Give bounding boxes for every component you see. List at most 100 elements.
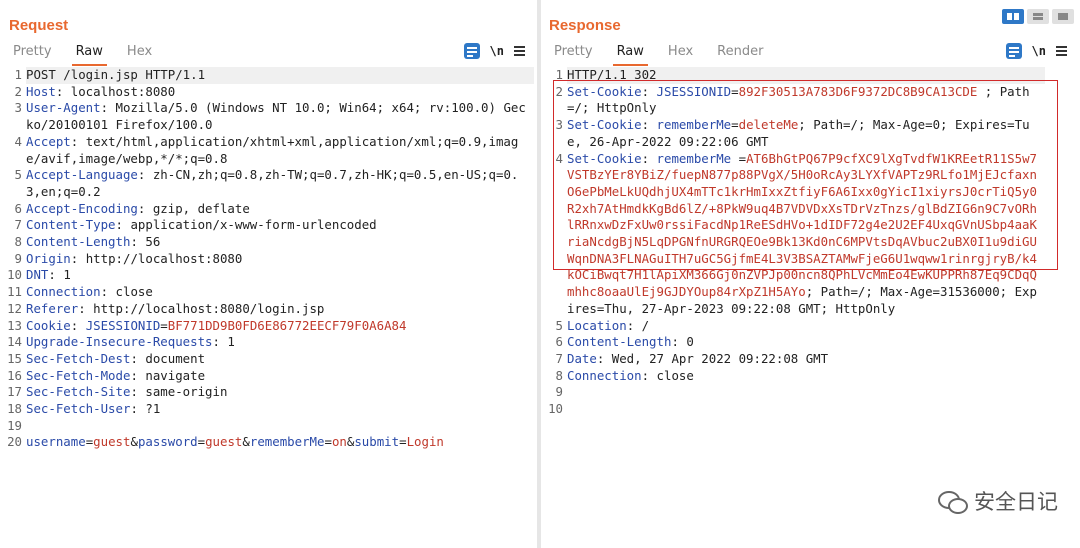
- response-toolbar: \n: [1005, 43, 1067, 59]
- token-hv: localhost:8080: [70, 83, 176, 99]
- response-editor[interactable]: 1 HTTP/1.1 302 2 Set-Cookie: JSESSIONID=892…: [541, 67, 1080, 548]
- request-editor[interactable]: 1 POST /login.jsp HTTP/1.1 2 Host: localhos…: [0, 67, 537, 548]
- token-hv: 0: [686, 334, 694, 350]
- token-op: :: [70, 133, 86, 149]
- token-hv: Wed, 27 Apr 2022 09:22:08 GMT: [611, 350, 829, 366]
- line-number: 1: [555, 67, 563, 82]
- token-hv: 56: [145, 234, 161, 250]
- line-number: 9: [14, 250, 22, 266]
- tab-pretty[interactable]: Pretty: [541, 43, 605, 63]
- code-text: Referer: http://localhost:8080/login.jsp: [26, 301, 534, 318]
- tab-raw[interactable]: Raw: [605, 43, 656, 66]
- code-line[interactable]: 17 Sec-Fetch-Site: same-origin: [0, 384, 537, 401]
- token-op: :: [48, 267, 64, 283]
- token-op: =: [731, 150, 747, 166]
- token-op: :: [130, 384, 146, 400]
- token-op: &: [242, 434, 250, 450]
- code-line[interactable]: 3 User-Agent: Mozilla/5.0 (Windows NT 10.…: [0, 100, 537, 133]
- token-cv: BF771DD9B0FD6E86772EECF79F0A6A84: [167, 317, 407, 333]
- token-hv: text/html,application/xhtml+xml,applicat…: [26, 133, 519, 166]
- token-hk: Connection: [567, 367, 642, 383]
- code-line[interactable]: 3 Set-Cookie: rememberMe=deleteMe; Path=/…: [541, 117, 1080, 150]
- token-hk: Origin: [26, 250, 71, 266]
- code-line[interactable]: 13 Cookie: JSESSIONID=BF771DD9B0FD6E86772…: [0, 318, 537, 335]
- code-line[interactable]: 5 Accept-Language: zh-CN,zh;q=0.8,zh-TW;q…: [0, 167, 537, 200]
- code-line[interactable]: 11 Connection: close: [0, 284, 537, 301]
- code-text: HTTP/1.1 302: [567, 67, 1045, 84]
- code-line[interactable]: 20 username=guest&password=guest&remember…: [0, 434, 537, 451]
- code-text: DNT: 1: [26, 267, 534, 284]
- token-op: =: [731, 117, 739, 133]
- menu-icon[interactable]: [514, 46, 525, 56]
- code-line[interactable]: 7 Date: Wed, 27 Apr 2022 09:22:08 GMT: [541, 351, 1080, 368]
- token-hk: Sec-Fetch-User: [26, 401, 131, 417]
- tab-hex[interactable]: Hex: [115, 43, 164, 63]
- token-cv: deleteMe: [738, 117, 799, 133]
- token-ck: password: [137, 434, 198, 450]
- code-text: Set-Cookie: JSESSIONID=892F30513A783D6F9…: [567, 84, 1045, 117]
- pretty-print-icon[interactable]: [1005, 43, 1022, 59]
- show-newlines-button[interactable]: \n: [1032, 44, 1046, 58]
- code-line[interactable]: 1 POST /login.jsp HTTP/1.1: [0, 67, 537, 84]
- code-line[interactable]: 4 Accept: text/html,application/xhtml+xml…: [0, 134, 537, 167]
- token-hv: /: [641, 317, 650, 333]
- token-hk: Content-Length: [26, 234, 131, 250]
- line-number: 14: [7, 334, 22, 350]
- token-hk: Content-Type: [26, 217, 116, 233]
- code-line[interactable]: 8 Content-Length: 56: [0, 234, 537, 251]
- line-number: 2: [14, 83, 22, 99]
- code-line[interactable]: 5 Location: /: [541, 318, 1080, 335]
- wechat-icon: [938, 489, 968, 514]
- layout-tabs-icon[interactable]: [1052, 9, 1074, 24]
- code-line[interactable]: 10: [541, 401, 1080, 418]
- code-line[interactable]: 18 Sec-Fetch-User: ?1: [0, 401, 537, 418]
- token-hk: Host: [26, 83, 56, 99]
- code-line[interactable]: 14 Upgrade-Insecure-Requests: 1: [0, 334, 537, 351]
- code-text: Accept-Encoding: gzip, deflate: [26, 201, 534, 218]
- code-text: Sec-Fetch-Site: same-origin: [26, 384, 534, 401]
- code-line[interactable]: 2 Set-Cookie: JSESSIONID=892F30513A783D6F…: [541, 84, 1080, 117]
- pretty-print-icon[interactable]: [463, 43, 480, 59]
- code-line[interactable]: 1 HTTP/1.1 302: [541, 67, 1080, 84]
- code-line[interactable]: 8 Connection: close: [541, 368, 1080, 385]
- code-line[interactable]: 6 Accept-Encoding: gzip, deflate: [0, 201, 537, 218]
- token-hv: http://localhost:8080/login.jsp: [93, 300, 325, 316]
- tab-render[interactable]: Render: [705, 43, 775, 63]
- token-op: &: [130, 434, 138, 450]
- tab-raw[interactable]: Raw: [64, 43, 115, 66]
- request-pane: Request Pretty Raw Hex \n 1 POST /login.j…: [0, 0, 537, 548]
- token-op: :: [596, 350, 612, 366]
- code-line[interactable]: 9 Origin: http://localhost:8080: [0, 251, 537, 268]
- token-op: :: [130, 367, 146, 383]
- token-hv: 1: [227, 334, 235, 350]
- menu-icon[interactable]: [1056, 46, 1067, 56]
- token-hk: User-Agent: [26, 100, 101, 116]
- token-op: :: [100, 100, 116, 116]
- code-text: Host: localhost:8080: [26, 84, 534, 101]
- code-line[interactable]: 12 Referer: http://localhost:8080/login.j…: [0, 301, 537, 318]
- token-hk: Date: [567, 350, 597, 366]
- code-line[interactable]: 16 Sec-Fetch-Mode: navigate: [0, 368, 537, 385]
- code-line[interactable]: 15 Sec-Fetch-Dest: document: [0, 351, 537, 368]
- token-hk: Cookie: [26, 317, 71, 333]
- show-newlines-button[interactable]: \n: [490, 44, 504, 58]
- code-text: Location: /: [567, 318, 1045, 335]
- code-line[interactable]: 7 Content-Type: application/x-www-form-ur…: [0, 217, 537, 234]
- code-line[interactable]: 19: [0, 418, 537, 435]
- line-number: 5: [14, 167, 22, 183]
- token-op: :: [130, 350, 146, 366]
- code-line[interactable]: 2 Host: localhost:8080: [0, 84, 537, 101]
- token-hk: Accept: [26, 133, 71, 149]
- token-hk: Referer: [26, 300, 79, 316]
- layout-stacked-icon[interactable]: [1027, 9, 1049, 24]
- code-line[interactable]: 10 DNT: 1: [0, 267, 537, 284]
- tab-pretty[interactable]: Pretty: [0, 43, 64, 63]
- code-line[interactable]: 6 Content-Length: 0: [541, 334, 1080, 351]
- token-cv: Login: [406, 434, 444, 450]
- code-line[interactable]: 9: [541, 384, 1080, 401]
- tab-hex[interactable]: Hex: [656, 43, 705, 63]
- code-line[interactable]: 4 Set-Cookie: rememberMe =AT6BhGtPQ67P9cf…: [541, 151, 1080, 318]
- layout-side-by-side-icon[interactable]: [1002, 9, 1024, 24]
- watermark-text: 安全日记: [974, 490, 1058, 514]
